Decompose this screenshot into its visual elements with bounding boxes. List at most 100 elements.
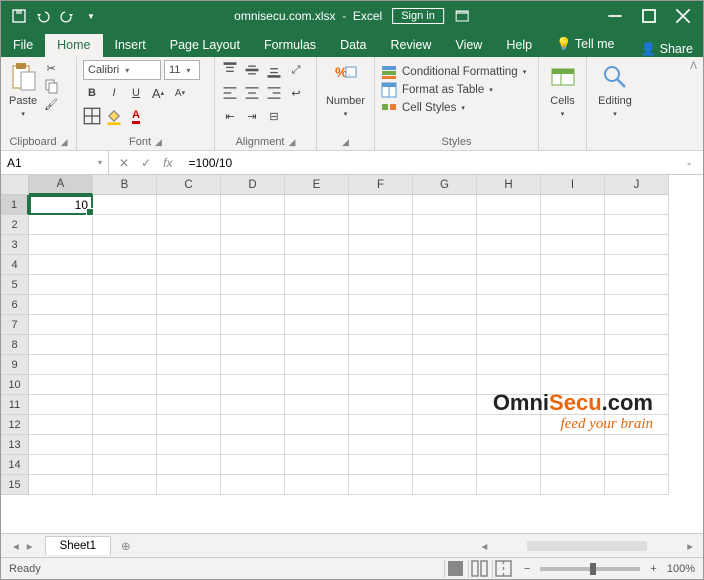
cell[interactable] xyxy=(93,375,157,395)
cell[interactable] xyxy=(157,255,221,275)
cell[interactable] xyxy=(29,215,93,235)
cell[interactable] xyxy=(221,215,285,235)
cell[interactable] xyxy=(29,415,93,435)
row-header[interactable]: 2 xyxy=(1,215,29,235)
cell[interactable] xyxy=(413,295,477,315)
row-header[interactable]: 8 xyxy=(1,335,29,355)
cells-button[interactable]: Cells ▾ xyxy=(547,60,579,120)
share-button[interactable]: 👤 Share xyxy=(641,42,693,57)
hscroll-left-icon[interactable]: ◂ xyxy=(481,539,487,553)
wrap-text-icon[interactable]: ↩ xyxy=(287,84,305,102)
undo-icon[interactable] xyxy=(35,8,51,24)
col-header[interactable]: F xyxy=(349,175,413,195)
cell[interactable] xyxy=(477,435,541,455)
signin-button[interactable]: Sign in xyxy=(392,8,444,24)
tab-home[interactable]: Home xyxy=(45,34,102,57)
select-all-corner[interactable] xyxy=(1,175,29,195)
decrease-indent-icon[interactable]: ⇤ xyxy=(221,107,239,125)
col-header[interactable]: E xyxy=(285,175,349,195)
cell[interactable] xyxy=(29,355,93,375)
cell[interactable] xyxy=(477,215,541,235)
editing-button[interactable]: Editing ▾ xyxy=(596,60,634,120)
sheet-next-icon[interactable]: ▸ xyxy=(27,539,33,553)
cell[interactable] xyxy=(285,415,349,435)
clipboard-launcher-icon[interactable]: ◢ xyxy=(61,137,68,148)
cell[interactable] xyxy=(157,375,221,395)
cell[interactable] xyxy=(29,335,93,355)
cut-icon[interactable]: ✂ xyxy=(43,60,59,76)
ribbon-display-icon[interactable] xyxy=(454,8,470,24)
cell[interactable] xyxy=(605,475,669,495)
cell[interactable] xyxy=(29,255,93,275)
cell[interactable] xyxy=(477,295,541,315)
cell[interactable] xyxy=(221,395,285,415)
merge-icon[interactable]: ⊟ xyxy=(265,107,283,125)
cell[interactable] xyxy=(541,415,605,435)
cell[interactable] xyxy=(157,335,221,355)
cell[interactable] xyxy=(413,355,477,375)
cell[interactable] xyxy=(477,315,541,335)
cell[interactable] xyxy=(541,235,605,255)
cell[interactable] xyxy=(477,475,541,495)
cell[interactable] xyxy=(285,475,349,495)
tab-data[interactable]: Data xyxy=(328,34,378,57)
close-icon[interactable] xyxy=(675,8,691,24)
zoom-slider[interactable] xyxy=(540,567,640,571)
cell[interactable] xyxy=(349,315,413,335)
cell[interactable] xyxy=(541,355,605,375)
cell[interactable] xyxy=(285,295,349,315)
cell[interactable] xyxy=(221,295,285,315)
cell[interactable] xyxy=(477,275,541,295)
redo-icon[interactable] xyxy=(59,8,75,24)
cell[interactable] xyxy=(93,415,157,435)
cell[interactable] xyxy=(349,435,413,455)
cell[interactable] xyxy=(157,295,221,315)
number-launcher-icon[interactable]: ◢ xyxy=(342,137,349,148)
cell[interactable] xyxy=(93,455,157,475)
cell[interactable] xyxy=(285,235,349,255)
cell[interactable] xyxy=(349,355,413,375)
zoom-out-icon[interactable]: − xyxy=(524,563,530,575)
cell[interactable] xyxy=(93,275,157,295)
row-header[interactable]: 6 xyxy=(1,295,29,315)
cell[interactable] xyxy=(93,295,157,315)
cell[interactable] xyxy=(541,195,605,215)
cell[interactable] xyxy=(221,475,285,495)
cell[interactable] xyxy=(93,255,157,275)
cell[interactable] xyxy=(29,435,93,455)
font-name-select[interactable]: Calibri▾ xyxy=(83,60,161,80)
cell[interactable] xyxy=(157,215,221,235)
cell[interactable] xyxy=(349,275,413,295)
cell[interactable] xyxy=(93,235,157,255)
cell[interactable] xyxy=(157,315,221,335)
cell[interactable] xyxy=(541,315,605,335)
cell[interactable] xyxy=(29,295,93,315)
cell[interactable] xyxy=(541,475,605,495)
col-header[interactable]: G xyxy=(413,175,477,195)
row-header[interactable]: 14 xyxy=(1,455,29,475)
cell[interactable] xyxy=(541,455,605,475)
cell[interactable] xyxy=(221,235,285,255)
cell[interactable] xyxy=(157,235,221,255)
cell[interactable] xyxy=(605,275,669,295)
cell[interactable] xyxy=(221,315,285,335)
format-as-table-button[interactable]: Format as Table▾ xyxy=(381,82,532,98)
row-header[interactable]: 13 xyxy=(1,435,29,455)
border-icon[interactable] xyxy=(83,107,101,125)
cell[interactable] xyxy=(477,335,541,355)
font-launcher-icon[interactable]: ◢ xyxy=(155,137,162,148)
tab-pagelayout[interactable]: Page Layout xyxy=(158,34,252,57)
decrease-font-icon[interactable]: A▾ xyxy=(171,84,189,102)
number-format-button[interactable]: %, Number ▾ xyxy=(324,60,367,120)
cell[interactable] xyxy=(413,215,477,235)
cell[interactable] xyxy=(349,215,413,235)
fx-icon[interactable]: fx xyxy=(163,156,172,170)
page-layout-icon[interactable] xyxy=(468,560,490,578)
cell[interactable] xyxy=(285,215,349,235)
cell[interactable] xyxy=(413,195,477,215)
cell[interactable] xyxy=(413,235,477,255)
zoom-in-icon[interactable]: + xyxy=(650,563,656,575)
formula-bar[interactable]: =100/10⌄ xyxy=(182,151,703,174)
paste-button[interactable]: Paste ▾ xyxy=(7,60,39,120)
cell[interactable] xyxy=(285,195,349,215)
